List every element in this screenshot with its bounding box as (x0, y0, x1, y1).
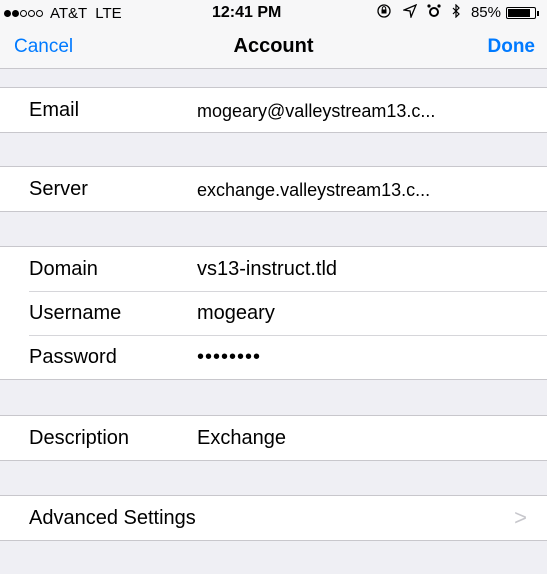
battery-fill (508, 9, 531, 17)
status-time: 12:41 PM (212, 4, 282, 21)
username-field[interactable]: mogeary (197, 302, 275, 325)
carrier-text: AT&T (50, 5, 88, 22)
battery-icon (506, 7, 536, 19)
chevron-right-icon: > (514, 505, 527, 530)
server-row[interactable]: Server exchange.valleystream13.c... (0, 167, 547, 211)
email-field[interactable]: mogeary@valleystream13.c... (197, 101, 435, 122)
domain-label: Domain (29, 258, 98, 280)
domain-field[interactable]: vs13-instruct.tld (197, 258, 337, 281)
page-title: Account (233, 35, 314, 57)
nav-bar: Cancel Account Done (0, 26, 547, 69)
battery-percent: 85% (470, 4, 501, 21)
done-button[interactable]: Done (488, 36, 536, 58)
rotation-lock-icon (375, 4, 393, 22)
domain-row[interactable]: Domain vs13-instruct.tld (0, 247, 547, 291)
advanced-settings-label: Advanced Settings (29, 507, 196, 529)
location-arrow-icon (401, 3, 418, 22)
description-label: Description (29, 427, 130, 449)
password-label: Password (29, 346, 117, 368)
description-field[interactable]: Exchange (197, 427, 286, 450)
password-row[interactable]: Password •••••••• (0, 335, 547, 379)
alarm-icon (427, 4, 441, 22)
username-label: Username (29, 302, 122, 324)
battery-tip (537, 10, 539, 16)
status-right: 85% (365, 3, 539, 22)
advanced-settings-row[interactable]: Advanced Settings > (0, 496, 547, 540)
email-group: Email mogeary@valleystream13.c... (0, 87, 547, 133)
credentials-group: Domain vs13-instruct.tld Username mogear… (0, 246, 547, 380)
description-group: Description Exchange (0, 415, 547, 461)
signal-dots-icon (4, 10, 44, 17)
password-field[interactable]: •••••••• (197, 346, 261, 369)
status-left: AT&T LTE (4, 5, 122, 22)
status-bar: AT&T LTE 12:41 PM 85% (0, 0, 547, 26)
description-row[interactable]: Description Exchange (0, 416, 547, 460)
server-field[interactable]: exchange.valleystream13.c... (197, 180, 430, 201)
bluetooth-icon (451, 3, 461, 22)
network-text: LTE (95, 5, 122, 22)
server-group: Server exchange.valleystream13.c... (0, 166, 547, 212)
email-label: Email (29, 99, 80, 121)
advanced-group: Advanced Settings > (0, 495, 547, 541)
username-row[interactable]: Username mogeary (0, 291, 547, 335)
email-row[interactable]: Email mogeary@valleystream13.c... (0, 88, 547, 132)
server-label: Server (29, 178, 88, 200)
